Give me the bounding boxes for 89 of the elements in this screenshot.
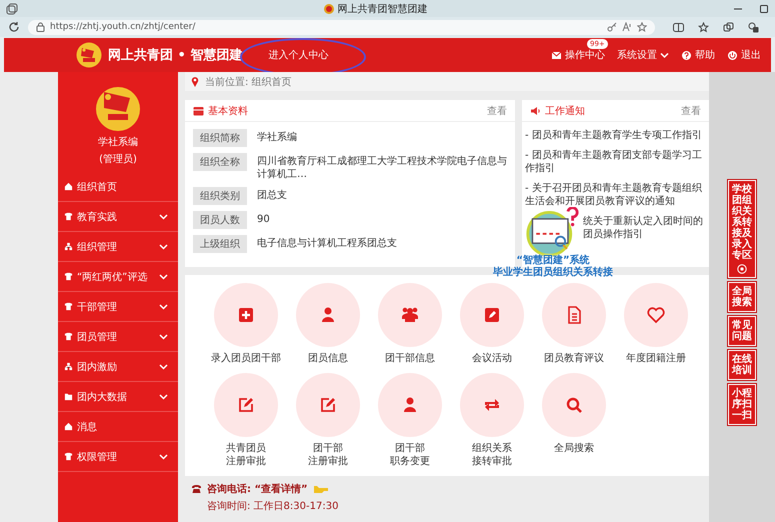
promo-subtitle[interactable]: 毕业学生团员组织关系转接 (493, 267, 613, 279)
key-icon[interactable] (607, 22, 617, 32)
tab-title: 网上共青团智慧团建 (338, 2, 428, 16)
personal-center-link[interactable]: 进入个人中心 (268, 50, 328, 61)
promo-title[interactable]: “智慧团建”系统 (516, 255, 590, 267)
panel-title: 工作通知 (545, 104, 585, 118)
header-action[interactable]: 帮助 (681, 48, 715, 62)
sidebar-item[interactable]: 权限管理 (58, 442, 178, 472)
sidebar-item[interactable]: 干部管理 (58, 292, 178, 322)
tabs-icon (6, 2, 18, 14)
mail-icon (551, 50, 562, 60)
edit-icon (318, 395, 338, 415)
shirt-icon (64, 272, 73, 281)
org-chart-icon (64, 362, 73, 371)
header-action[interactable]: 系统设置 (617, 48, 669, 62)
sidebar-item[interactable]: 消息 (58, 412, 178, 442)
side-button[interactable]: 全局搜索 (728, 282, 756, 312)
field-label: 上级组织 (193, 235, 247, 253)
refresh-icon[interactable] (8, 21, 20, 33)
field-value: 四川省教育厅科工成都理工大学工程技术学院电子信息与计算机工… (257, 154, 507, 181)
address-bar[interactable]: https://zhtj.youth.cn/zhtj/center/ (28, 20, 655, 34)
panel-title: 基本资料 (208, 104, 248, 118)
extensions-icon[interactable] (748, 22, 759, 32)
split-screen-icon[interactable] (673, 22, 684, 32)
plus-square-icon (236, 305, 256, 325)
sidebar-item[interactable]: 教育实践 (58, 202, 178, 232)
location-pin-icon (191, 76, 199, 87)
field-value: 电子信息与计算机工程系团总支 (257, 236, 397, 250)
sidebar-item[interactable]: 组织首页 (58, 172, 178, 202)
hotline-text: 咨询电话: “查看详情” (207, 482, 308, 496)
chevron-down-icon (660, 52, 669, 58)
notice-link[interactable]: 统关于重新认定入团时间的团员操作指引 (583, 215, 706, 241)
org-name: 学社系编 (98, 136, 138, 149)
sidebar-item[interactable]: 团内激励 (58, 352, 178, 382)
pencil-square-icon (482, 305, 502, 325)
shirt-icon (64, 302, 73, 311)
header-action[interactable]: 操作中心 (551, 48, 605, 62)
pointing-hand-icon (312, 484, 329, 494)
field-value: 学社系编 (257, 130, 297, 144)
side-button[interactable]: 在线培训 (728, 350, 756, 380)
org-chart-icon (64, 242, 73, 251)
field-label: 组织全称 (193, 153, 247, 171)
field-value: 90 (257, 213, 270, 226)
url-text: https://zhtj.youth.cn/zhtj/center/ (50, 22, 196, 32)
sidebar-item[interactable]: “两红两优”评选 (58, 262, 178, 292)
user-role: (管理员) (99, 153, 137, 166)
house-icon (64, 182, 73, 191)
shirt-icon (64, 332, 73, 341)
view-link[interactable]: 查看 (487, 104, 507, 118)
heart-icon (646, 305, 666, 325)
sidebar-item[interactable]: 组织管理 (58, 232, 178, 262)
collections-icon[interactable] (723, 22, 734, 32)
emblem-logo-icon (76, 42, 102, 68)
service-hours-text: 咨询时间: 工作日8:30-17:30 (206, 500, 340, 513)
star-icon[interactable] (637, 22, 647, 32)
group-icon (400, 305, 420, 325)
read-aloud-icon[interactable] (622, 22, 632, 32)
help-icon (681, 50, 692, 60)
house-icon (64, 422, 73, 431)
favicon-icon (324, 4, 334, 14)
field-value: 团总支 (257, 188, 287, 202)
side-button[interactable]: 常见问题 (728, 316, 756, 346)
field-label: 组织类别 (193, 187, 247, 205)
target-icon (737, 264, 747, 274)
speaker-icon (530, 106, 541, 116)
field-label: 组织简称 (193, 129, 247, 147)
power-icon (727, 50, 738, 60)
side-button[interactable]: 小程序扫一扫 (728, 384, 756, 425)
field-label: 团员人数 (193, 211, 247, 229)
notice-link[interactable]: - 团员和青年主题教育团支部专题学习工作指引 (525, 149, 706, 175)
shirt-icon (64, 452, 73, 461)
breadcrumb: 当前位置: 组织首页 (205, 76, 292, 88)
side-button[interactable]: 学校团组织关系转接及录入专区 (728, 180, 756, 278)
folder-icon (64, 392, 73, 401)
shirt-icon (64, 212, 73, 221)
sidebar-item[interactable]: 团员管理 (58, 322, 178, 352)
lock-icon (36, 22, 45, 32)
favorites-icon[interactable] (698, 22, 709, 32)
phone-icon (191, 484, 202, 494)
header-action[interactable]: 退出 (727, 48, 761, 62)
calendar-icon (193, 106, 204, 116)
view-link[interactable]: 查看 (681, 104, 701, 118)
notice-link[interactable]: - 团员和青年主题教育学生专项工作指引 (525, 129, 706, 142)
emblem-logo-icon (94, 84, 142, 132)
search-icon (564, 395, 584, 415)
maximize-icon[interactable] (759, 4, 769, 14)
edit-icon (236, 395, 256, 415)
sidebar-item[interactable]: 团内大数据 (58, 382, 178, 412)
notice-link[interactable]: - 关于召开团员和青年主题教育专题组织生活会和开展团员教育评议的通知 (525, 182, 706, 208)
